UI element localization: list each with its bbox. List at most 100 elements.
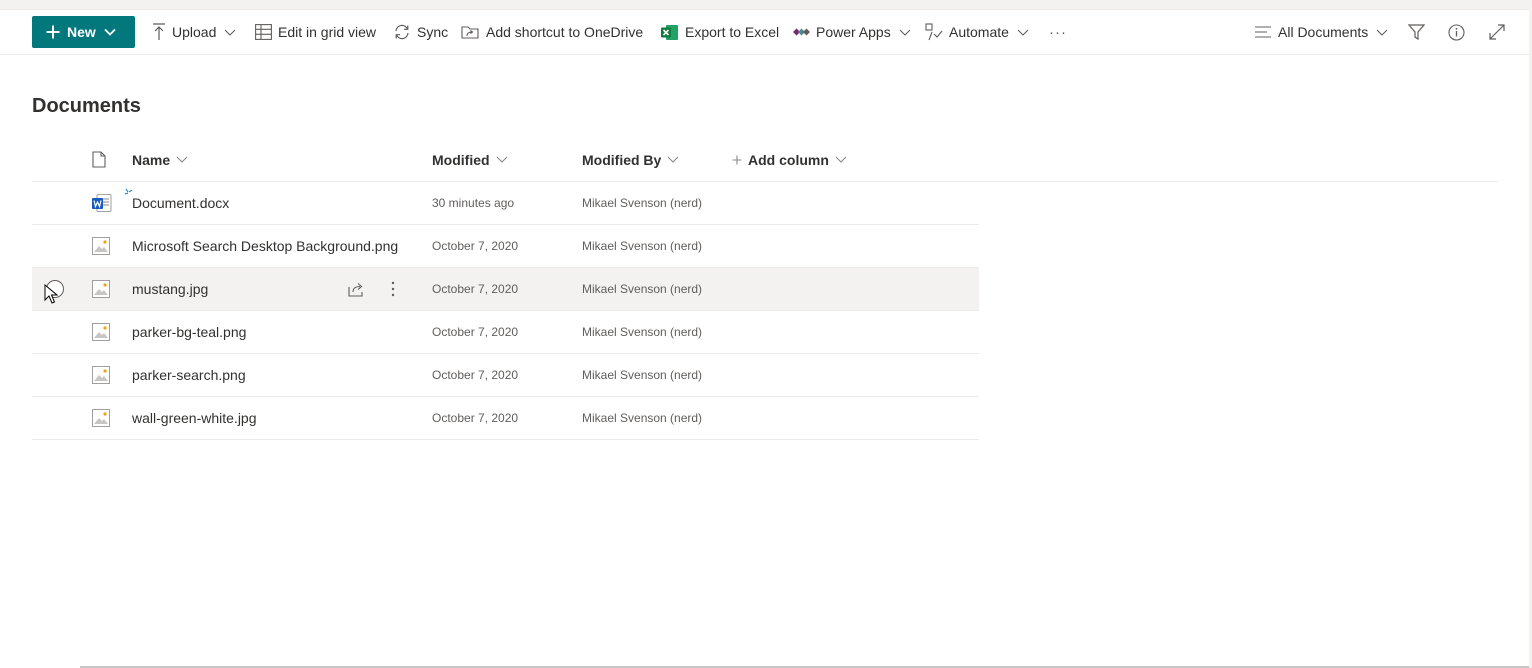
upload-icon — [153, 23, 165, 40]
modified-by-cell[interactable]: Mikael Svenson (nerd) — [582, 397, 702, 439]
filter-button[interactable] — [1408, 10, 1425, 54]
image-file-icon — [92, 409, 110, 427]
edit-grid-view-button[interactable]: Edit in grid view — [255, 10, 376, 54]
file-type-cell — [92, 225, 110, 267]
document-icon — [92, 151, 106, 168]
file-type-cell — [92, 268, 110, 310]
new-button-label: New — [67, 24, 96, 40]
expand-icon — [1489, 24, 1505, 40]
command-bar: New Upload Edit in grid view Sync Add sh… — [0, 10, 1529, 55]
modified-by-cell[interactable]: Mikael Svenson (nerd) — [582, 182, 702, 224]
new-button[interactable]: New — [32, 16, 135, 48]
sync-button[interactable]: Sync — [393, 10, 448, 54]
list-lines-icon — [1255, 26, 1271, 38]
add-column-header[interactable]: Add column — [732, 138, 847, 181]
sync-icon — [395, 24, 409, 40]
plus-icon — [46, 25, 60, 39]
table-row[interactable]: wall-green-white.jpg October 7, 2020 Mik… — [32, 397, 979, 440]
share-button[interactable] — [348, 268, 366, 310]
name-column-header[interactable]: Name — [132, 138, 188, 181]
info-icon — [1448, 23, 1465, 41]
chevron-down-icon — [224, 29, 236, 36]
chevron-down-icon — [1017, 29, 1029, 36]
modified-cell: October 7, 2020 — [432, 368, 519, 382]
add-column-label: Add column — [748, 151, 829, 168]
file-name-link[interactable]: wall-green-white.jpg — [132, 397, 257, 439]
upload-label: Upload — [172, 24, 217, 40]
chevron-down-icon — [835, 156, 847, 163]
page-title: Documents — [32, 95, 141, 117]
sync-label: Sync — [417, 24, 449, 40]
upload-button[interactable]: Upload — [152, 10, 236, 54]
modified-by-cell[interactable]: Mikael Svenson (nerd) — [582, 354, 702, 396]
chevron-down-icon — [1376, 29, 1388, 36]
file-name-link[interactable]: Document.docx — [132, 182, 229, 224]
filter-icon — [1408, 24, 1425, 40]
chevron-down-icon — [496, 156, 507, 163]
automate-button[interactable]: Automate — [925, 10, 1029, 54]
chevron-down-icon — [104, 28, 116, 36]
add-shortcut-label: Add shortcut to OneDrive — [486, 24, 644, 40]
modified-by-cell[interactable]: Mikael Svenson (nerd) — [582, 268, 702, 310]
automate-icon — [925, 23, 943, 41]
file-type-cell — [92, 182, 112, 224]
power-apps-button[interactable]: Power Apps — [792, 10, 911, 54]
more-options-button[interactable]: ··· — [1049, 10, 1067, 54]
file-type-cell — [92, 354, 110, 396]
modified-cell: October 7, 2020 — [432, 282, 519, 296]
modified-cell: 30 minutes ago — [432, 196, 515, 210]
power-apps-label: Power Apps — [816, 24, 891, 40]
view-switcher-label: All Documents — [1278, 24, 1369, 40]
table-row[interactable]: Microsoft Search Desktop Background.png … — [32, 225, 979, 268]
mouse-cursor-icon — [44, 284, 58, 304]
chevron-down-icon — [667, 156, 679, 163]
file-name-link[interactable]: Microsoft Search Desktop Background.png — [132, 225, 398, 267]
modified-by-cell[interactable]: Mikael Svenson (nerd) — [582, 225, 702, 267]
power-apps-icon — [793, 28, 810, 36]
top-border — [0, 0, 1532, 10]
file-name-link[interactable]: parker-bg-teal.png — [132, 311, 246, 353]
more-actions-button[interactable] — [391, 268, 395, 310]
modified-cell: October 7, 2020 — [432, 239, 519, 253]
name-column-label: Name — [132, 151, 171, 168]
modified-column-header[interactable]: Modified — [432, 138, 508, 181]
automate-label: Automate — [949, 24, 1009, 40]
image-file-icon — [92, 280, 110, 298]
file-name-link[interactable]: mustang.jpg — [132, 268, 208, 310]
edit-grid-view-label: Edit in grid view — [278, 24, 377, 40]
more-icon: ··· — [1049, 23, 1067, 41]
info-pane-button[interactable] — [1448, 10, 1465, 54]
file-name-link[interactable]: parker-search.png — [132, 354, 246, 396]
modified-cell: October 7, 2020 — [432, 411, 519, 425]
chevron-down-icon — [899, 29, 911, 36]
table-row[interactable]: parker-bg-teal.png October 7, 2020 Mikae… — [32, 311, 979, 354]
table-row-hovered[interactable]: mustang.jpg October 7, 2020 Mikael Svens… — [32, 268, 979, 311]
image-file-icon — [92, 323, 110, 341]
modified-column-label: Modified — [432, 151, 490, 168]
shortcut-folder-icon — [461, 26, 479, 39]
modified-cell: October 7, 2020 — [432, 325, 519, 339]
share-icon — [348, 282, 363, 297]
vertical-ellipsis-icon — [391, 281, 395, 297]
table-row[interactable]: parker-search.png October 7, 2020 Mikael… — [32, 354, 979, 397]
modified-by-cell[interactable]: Mikael Svenson (nerd) — [582, 311, 702, 353]
export-excel-button[interactable]: Export to Excel — [661, 10, 779, 54]
excel-icon — [661, 24, 678, 40]
word-icon — [92, 194, 112, 212]
export-excel-label: Export to Excel — [685, 24, 780, 40]
table-row[interactable]: Document.docx 30 minutes ago Mikael Sven… — [32, 182, 979, 225]
column-header-row: Name Modified Modified By Add column — [32, 138, 1498, 182]
image-file-icon — [92, 366, 110, 384]
grid-icon — [255, 24, 272, 40]
add-shortcut-onedrive-button[interactable]: Add shortcut to OneDrive — [461, 10, 643, 54]
chevron-down-icon — [176, 156, 188, 163]
plus-icon — [732, 155, 742, 164]
expand-button[interactable] — [1489, 10, 1505, 54]
modified-by-column-label: Modified By — [582, 151, 662, 168]
image-file-icon — [92, 237, 110, 255]
file-type-column-header[interactable] — [92, 138, 106, 181]
file-type-cell — [92, 311, 110, 353]
file-type-cell — [92, 397, 110, 439]
view-switcher-button[interactable]: All Documents — [1255, 10, 1388, 54]
modified-by-column-header[interactable]: Modified By — [582, 138, 679, 181]
